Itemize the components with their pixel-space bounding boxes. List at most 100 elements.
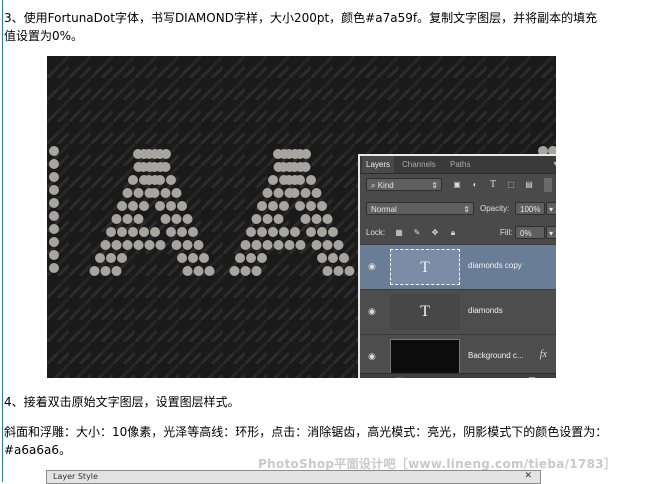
dot [155, 162, 166, 172]
dot [171, 214, 182, 224]
dot [144, 149, 154, 159]
dot [311, 214, 322, 224]
dot [182, 240, 193, 250]
layer-name[interactable]: Background c... [468, 351, 524, 360]
dot [49, 172, 59, 182]
fill-dropdown-icon[interactable]: ▾ [546, 226, 556, 239]
lock-transparent-icon[interactable]: ▦ [394, 228, 404, 238]
trash-icon[interactable]: 🗑︎ [526, 377, 538, 378]
layer-name[interactable]: diamonds copy [468, 261, 522, 270]
eye-icon[interactable]: ◉ [368, 306, 380, 316]
dot [155, 240, 166, 250]
dot [188, 253, 198, 263]
dot [182, 266, 193, 276]
adjustment-icon[interactable]: ◑ [460, 377, 472, 378]
filter-shape-icon[interactable]: ⬚ [506, 180, 516, 190]
filter-kind-select[interactable]: ⌕ Kind ⇕ [366, 178, 442, 191]
dot [177, 227, 187, 237]
dot [262, 188, 273, 198]
dot [284, 149, 294, 159]
dot [149, 188, 160, 198]
tab-layers[interactable]: Layers [362, 156, 395, 173]
dot [193, 266, 204, 276]
fill-label: Fill: [500, 228, 513, 237]
dot [306, 175, 316, 185]
dot [301, 149, 311, 159]
filter-smart-object-icon[interactable]: ▤ [524, 180, 534, 190]
blend-mode-select[interactable]: Normal ⇕ [366, 202, 474, 215]
fill-input[interactable]: 0% [515, 226, 545, 239]
step-4-text: 4、接着双击原始文字图层，设置图层样式。 [4, 395, 240, 409]
filter-type-icon[interactable]: T [488, 180, 498, 190]
dot [155, 201, 165, 211]
dot [171, 188, 182, 198]
dot [262, 240, 273, 250]
dot [251, 240, 262, 250]
eye-icon[interactable]: ◉ [368, 351, 380, 361]
layer-name[interactable]: diamonds [468, 306, 503, 315]
fx-icon[interactable]: fx [540, 349, 547, 360]
layer-row-diamonds-copy[interactable]: ◉ T diamonds copy [360, 244, 556, 289]
filter-adjustment-icon[interactable]: ◐ [470, 180, 480, 190]
dot [262, 214, 273, 224]
dot [279, 201, 289, 211]
dot [268, 201, 278, 211]
lock-brush-icon[interactable]: ✎ [412, 228, 422, 238]
eye-icon[interactable]: ◉ [368, 261, 380, 271]
lock-all-icon[interactable]: 🔒︎ [448, 228, 458, 238]
dot [278, 162, 289, 172]
mask-icon[interactable]: ◙ [438, 377, 450, 378]
dot [122, 188, 133, 198]
chevron-icon: ⇕ [463, 205, 470, 214]
dot [284, 240, 295, 250]
dot [122, 214, 133, 224]
dot [199, 253, 209, 263]
dot [322, 240, 333, 250]
filter-toggle[interactable] [544, 178, 552, 192]
tab-channels[interactable]: Channels [398, 156, 440, 173]
dot [49, 146, 59, 156]
layer-row-background-copy[interactable]: ◉ Background c... fx [360, 334, 556, 378]
link-icon[interactable]: ⛓︎ [394, 377, 406, 378]
dot [128, 227, 138, 237]
folder-icon[interactable]: ▬ [482, 377, 494, 378]
dialog-title: Layer Style [53, 472, 98, 481]
layer-row-diamonds[interactable]: ◉ T diamonds [360, 289, 556, 334]
layers-panel[interactable]: Layers Channels Paths ▾≡ ⌕ Kind ⇕ ▣ ◐ T … [358, 154, 556, 378]
dot [166, 175, 176, 185]
dot [182, 214, 193, 224]
dot [311, 188, 322, 198]
filter-pixel-icon[interactable]: ▣ [452, 180, 462, 190]
new-layer-icon[interactable]: ▢ [504, 377, 516, 378]
panel-bottom-bar: ⛓︎ fx ◙ ◑ ▬ ▢ 🗑︎ [360, 373, 556, 378]
dot [257, 253, 267, 263]
opacity-dropdown-icon[interactable]: ▾ [546, 202, 556, 215]
dot [317, 253, 327, 263]
opacity-input[interactable]: 100% [515, 202, 545, 215]
layer-thumbnail [390, 339, 460, 375]
dot [284, 175, 294, 185]
dot [133, 214, 144, 224]
lock-label: Lock: [366, 228, 386, 237]
dot [273, 188, 284, 198]
panel-menu-icon[interactable]: ▾≡ [553, 159, 556, 168]
dot [150, 227, 160, 237]
dot [117, 227, 127, 237]
dot [344, 266, 355, 276]
dot [95, 253, 105, 263]
lock-move-icon[interactable]: ✥ [430, 228, 440, 238]
dot [49, 211, 59, 221]
dot [240, 240, 251, 250]
fx-icon[interactable]: fx [416, 377, 428, 378]
dot [273, 214, 284, 224]
dot [257, 201, 267, 211]
search-icon: ⌕ [371, 181, 378, 190]
close-icon[interactable]: ✕ [524, 471, 532, 481]
left-border-line [2, 0, 3, 482]
tab-paths[interactable]: Paths [446, 156, 474, 173]
dot [268, 175, 278, 185]
dot [246, 253, 256, 263]
dot [251, 266, 262, 276]
dot [166, 227, 176, 237]
dot [322, 266, 333, 276]
